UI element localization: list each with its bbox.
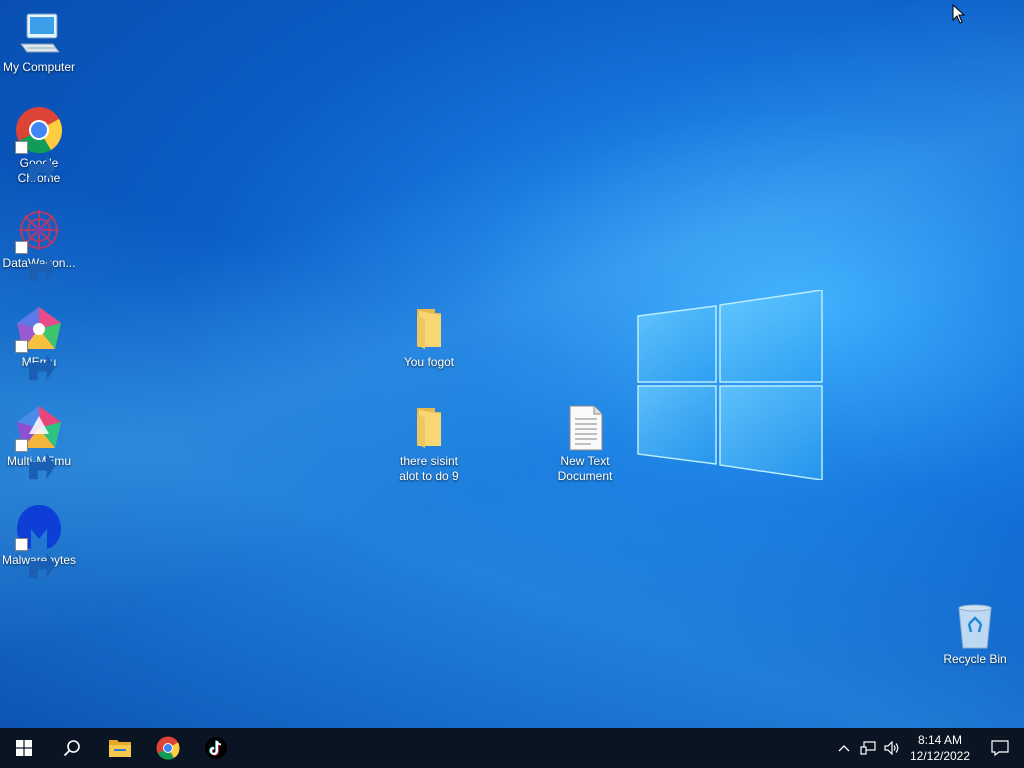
desktop-icon-memu[interactable]: MEmu: [0, 305, 78, 381]
network-button[interactable]: [856, 728, 880, 768]
chrome-taskbar-button[interactable]: [144, 728, 192, 768]
desktop-icon-label: there sisint alot to do 9: [399, 454, 459, 483]
action-center-button[interactable]: [976, 728, 1024, 768]
malwarebytes-icon: [15, 503, 63, 579]
speaker-icon: [884, 741, 899, 755]
file-explorer-icon: [109, 740, 131, 757]
desktop-icon-label: New Text Document: [557, 454, 613, 483]
desktop-icon-new-text-document[interactable]: New Text Document: [546, 404, 624, 484]
shortcut-arrow-icon: [15, 439, 56, 480]
start-button[interactable]: [0, 728, 48, 768]
show-hidden-icons-button[interactable]: [832, 728, 856, 768]
desktop-icon-google-chrome[interactable]: Google Chrome: [0, 106, 78, 186]
text-document-icon: [561, 404, 609, 452]
notification-icon: [991, 740, 1009, 756]
desktop-icon-label: Recycle Bin: [943, 652, 1007, 666]
file-explorer-button[interactable]: [96, 728, 144, 768]
wallpaper-glow: [0, 0, 1024, 728]
system-tray: 8:14 AM 12/12/2022: [832, 728, 1024, 768]
clock[interactable]: 8:14 AM 12/12/2022: [904, 732, 976, 764]
folder-icon: [405, 305, 453, 353]
desktop-icon-recycle-bin[interactable]: Recycle Bin: [936, 602, 1014, 667]
memu-icon: [15, 305, 63, 381]
computer-icon: [15, 10, 63, 58]
wallpaper-beam: [0, 0, 1024, 728]
tiktok-taskbar-button[interactable]: [192, 728, 240, 768]
chrome-icon: [15, 106, 63, 182]
recycle-bin-icon: [951, 602, 999, 650]
volume-button[interactable]: [880, 728, 904, 768]
shortcut-arrow-icon: [15, 340, 56, 381]
mouse-cursor-icon: [952, 4, 966, 24]
search-icon: [63, 740, 80, 757]
desktop-icon-malwarebytes[interactable]: Malwarebytes: [0, 503, 78, 579]
clock-time: 8:14 AM: [917, 733, 963, 747]
desktop-icon-label: My Computer: [2, 60, 76, 74]
desktop-icon-datawagon[interactable]: DataWagon...: [0, 206, 78, 282]
shortcut-arrow-icon: [15, 141, 56, 182]
windows-logo-wallpaper: [637, 290, 823, 480]
folder-icon: [405, 404, 453, 452]
taskbar: 8:14 AM 12/12/2022: [0, 728, 1024, 768]
desktop-icon-my-computer[interactable]: My Computer: [0, 10, 78, 75]
search-button[interactable]: [48, 728, 96, 768]
chrome-icon: [156, 736, 180, 760]
tiktok-icon: [205, 737, 227, 759]
shortcut-arrow-icon: [15, 538, 56, 579]
network-icon: [860, 741, 876, 755]
multi-memu-icon: [15, 404, 63, 480]
chevron-up-icon: [838, 745, 850, 752]
desktop-icon-folder-there-sisint[interactable]: there sisint alot to do 9: [390, 404, 468, 484]
desktop-icon-label: You fogot: [403, 355, 455, 369]
shortcut-arrow-icon: [15, 241, 56, 282]
start-icon: [16, 740, 32, 756]
datawagon-icon: [15, 206, 63, 282]
desktop-icon-multi-memu[interactable]: Multi-MEmu: [0, 404, 78, 480]
desktop-icon-folder-you-fogot[interactable]: You fogot: [390, 305, 468, 370]
clock-date: 12/12/2022: [909, 749, 971, 763]
